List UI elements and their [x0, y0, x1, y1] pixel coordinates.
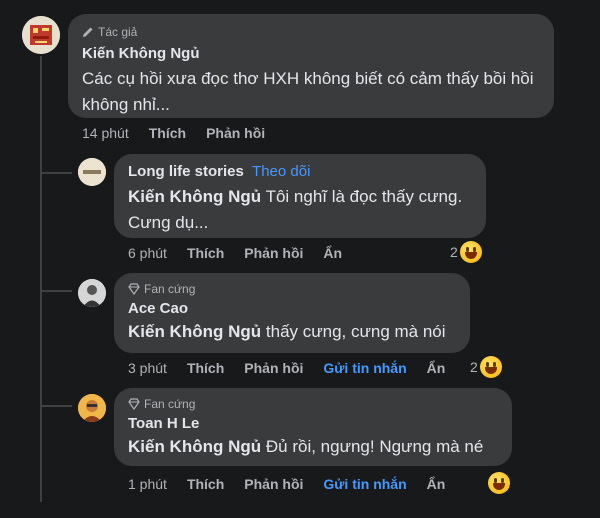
reaction-summary-3[interactable]: [486, 472, 510, 494]
pencil-icon: [83, 27, 93, 37]
reply-button[interactable]: Phản hồi: [244, 476, 303, 492]
reply-text: thấy cưng, cưng mà nói: [265, 322, 446, 341]
reply-author[interactable]: Long life stories: [128, 163, 244, 180]
fan-badge-label: Fan cứng: [144, 282, 196, 296]
like-button[interactable]: Thích: [187, 476, 224, 492]
haha-emoji-icon: [479, 356, 502, 378]
comment-author[interactable]: Kiến Không Ngủ: [82, 44, 540, 64]
fan-badge: Fan cứng: [128, 281, 456, 297]
reply-time[interactable]: 1 phút: [128, 476, 167, 492]
reply-time[interactable]: 3 phút: [128, 360, 167, 376]
thread-line-main: [40, 56, 42, 502]
reaction-count: 2: [450, 244, 458, 260]
diamond-icon: [128, 398, 140, 410]
haha-emoji-icon: [459, 241, 482, 263]
fan-badge-label: Fan cứng: [144, 397, 196, 411]
main-comment-bubble: Tác giả Kiến Không Ngủ Các cụ hồi xưa đọ…: [68, 14, 554, 118]
avatar-ace-cao[interactable]: [78, 279, 106, 307]
author-badge-label: Tác giả: [98, 25, 138, 39]
like-button[interactable]: Thích: [149, 125, 186, 141]
like-button[interactable]: Thích: [187, 360, 224, 376]
reply-author[interactable]: Toan H Le: [128, 414, 498, 434]
avatar-long-life-stories[interactable]: [78, 158, 106, 186]
comment-time[interactable]: 14 phút: [82, 125, 129, 141]
reaction-summary-2[interactable]: 2: [470, 356, 502, 378]
reply-author[interactable]: Ace Cao: [128, 299, 456, 319]
avatar-toan-h-le[interactable]: [78, 394, 106, 422]
hide-button[interactable]: Ẩn: [427, 360, 446, 376]
reply-bubble-2: Fan cứng Ace Cao Kiến Không Ngủ thấy cưn…: [114, 273, 470, 353]
reply-3-actions: 1 phút Thích Phản hồi Gửi tin nhắn Ẩn: [128, 474, 465, 494]
reply-bubble-1: Long life stories Theo dõi Kiến Không Ng…: [114, 154, 486, 238]
reaction-count: 2: [470, 359, 478, 375]
thread-branch-2: [40, 290, 72, 292]
thread-branch-1: [40, 172, 72, 174]
mention-link[interactable]: Kiến Không Ngủ: [128, 187, 261, 206]
reply-text: Đủ rồi, ngưng! Ngưng mà né: [265, 437, 484, 456]
haha-emoji-icon: [488, 472, 510, 494]
reply-button[interactable]: Phản hồi: [206, 125, 265, 141]
reply-1-actions: 6 phút Thích Phản hồi Ẩn: [128, 243, 362, 263]
hide-button[interactable]: Ẩn: [427, 476, 446, 492]
like-button[interactable]: Thích: [187, 245, 224, 261]
diamond-icon: [128, 283, 140, 295]
author-badge: Tác giả: [82, 24, 540, 40]
fan-badge: Fan cứng: [128, 396, 498, 412]
avatar-kien-khong-ngu[interactable]: [22, 16, 60, 54]
reaction-summary-1[interactable]: 2: [450, 241, 482, 263]
hide-button[interactable]: Ẩn: [323, 245, 342, 261]
reply-button[interactable]: Phản hồi: [244, 245, 303, 261]
comment-text: Các cụ hồi xưa đọc thơ HXH không biết có…: [82, 69, 534, 114]
mention-link[interactable]: Kiến Không Ngủ: [128, 437, 261, 456]
mention-link[interactable]: Kiến Không Ngủ: [128, 322, 261, 341]
thread-branch-3: [40, 405, 72, 407]
reply-time[interactable]: 6 phút: [128, 245, 167, 261]
send-message-button[interactable]: Gửi tin nhắn: [323, 476, 406, 492]
follow-button[interactable]: Theo dõi: [252, 163, 310, 180]
reply-bubble-3: Fan cứng Toan H Le Kiến Không Ngủ Đủ rồi…: [114, 388, 512, 466]
reply-2-actions: 3 phút Thích Phản hồi Gửi tin nhắn Ẩn: [128, 358, 465, 378]
reply-button[interactable]: Phản hồi: [244, 360, 303, 376]
main-comment-actions: 14 phút Thích Phản hồi: [82, 123, 285, 143]
send-message-button[interactable]: Gửi tin nhắn: [323, 360, 406, 376]
